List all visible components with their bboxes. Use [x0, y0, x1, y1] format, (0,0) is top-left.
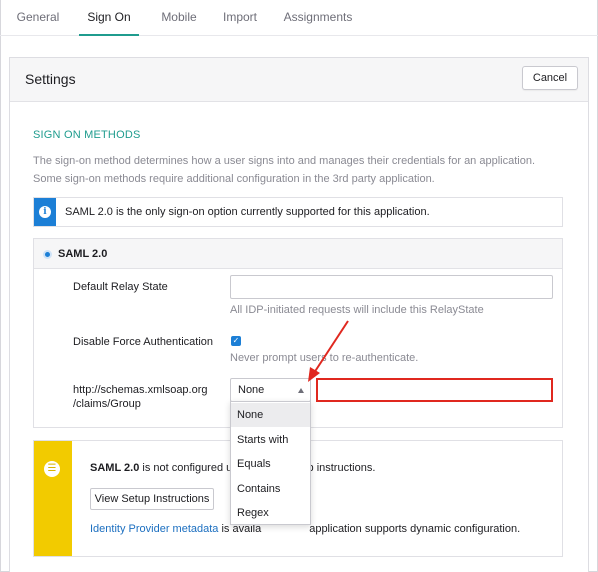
cancel-button[interactable]: Cancel — [522, 66, 578, 90]
force-auth-label: Disable Force Authentication — [73, 336, 214, 348]
caret-up-icon — [298, 388, 304, 393]
info-banner-text: SAML 2.0 is the only sign-on option curr… — [65, 206, 430, 218]
settings-title: Settings — [25, 71, 76, 87]
saml-radio[interactable] — [43, 250, 52, 259]
saml-option-header[interactable]: SAML 2.0 — [34, 239, 562, 269]
dropdown-option-contains[interactable]: Contains — [231, 477, 310, 501]
notice-footer-right: application supports dynamic configurati… — [309, 523, 521, 535]
tab-sign-on[interactable]: Sign On — [79, 0, 139, 36]
relay-state-input[interactable] — [230, 275, 553, 299]
notice-bold: SAML 2.0 — [90, 462, 140, 474]
notice-strip: ☰ — [34, 441, 72, 556]
sign-on-methods-heading: SIGN ON METHODS — [33, 129, 141, 141]
annotation-arrow-icon — [308, 320, 349, 382]
group-filter-select[interactable]: None — [230, 378, 311, 402]
relay-state-label: Default Relay State — [73, 281, 168, 293]
tab-mobile[interactable]: Mobile — [155, 0, 203, 36]
tab-general[interactable]: General — [12, 0, 64, 36]
list-icon: ☰ — [44, 461, 60, 477]
info-icon: i — [39, 206, 51, 218]
notice-text-left: is not configured unt — [139, 462, 242, 474]
relay-state-helper: All IDP-initiated requests will include … — [230, 304, 484, 316]
group-claim-label-line2: /claims/Group — [73, 398, 141, 410]
sign-on-methods-description: The sign-on method determines how a user… — [33, 155, 536, 185]
force-auth-checkbox[interactable]: ✓ — [231, 336, 241, 346]
dropdown-option-none[interactable]: None — [231, 403, 310, 427]
idp-metadata-link[interactable]: Identity Provider metadata — [90, 523, 218, 535]
tab-bar: General Sign On Mobile Import Assignment… — [0, 0, 598, 36]
view-setup-instructions-button[interactable]: View Setup Instructions — [90, 488, 214, 510]
tab-import[interactable]: Import — [218, 0, 262, 36]
info-banner: i SAML 2.0 is the only sign-on option cu… — [33, 197, 563, 227]
settings-header: Settings Cancel — [10, 58, 588, 102]
dropdown-option-regex[interactable]: Regex — [231, 501, 310, 525]
dropdown-option-starts-with[interactable]: Starts with — [231, 428, 310, 452]
info-banner-strip: i — [34, 198, 56, 226]
group-filter-selected: None — [238, 384, 265, 396]
tab-assignments[interactable]: Assignments — [283, 0, 353, 36]
dropdown-option-equals[interactable]: Equals — [231, 452, 310, 476]
saml-option-title: SAML 2.0 — [58, 248, 108, 260]
group-filter-dropdown: None Starts with Equals Contains Regex — [230, 401, 311, 525]
